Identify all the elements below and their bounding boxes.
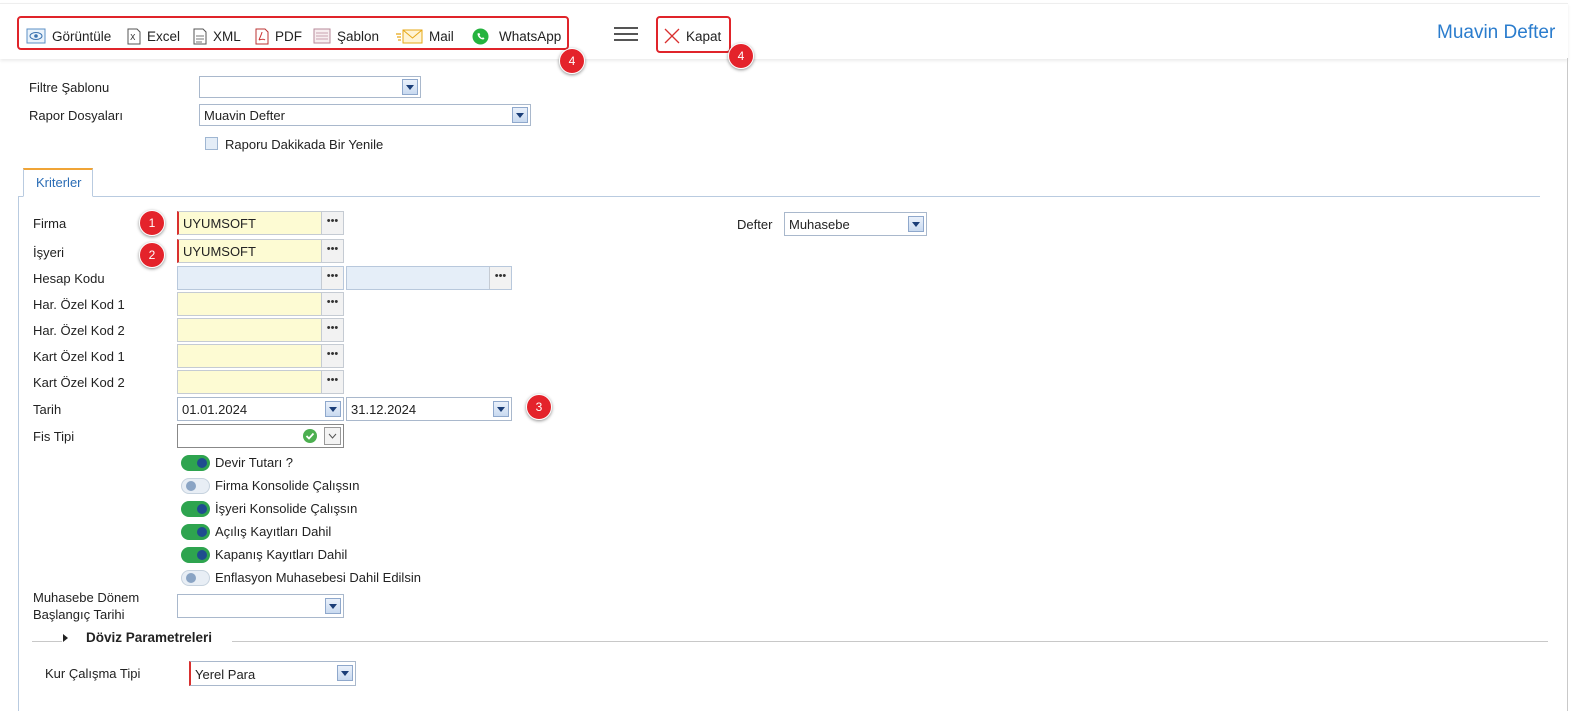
section-divider xyxy=(232,641,1548,642)
isyeri-label: İşyeri xyxy=(33,245,65,260)
chevron-down-icon[interactable] xyxy=(337,665,353,681)
hesap-kodu-label: Hesap Kodu xyxy=(33,271,105,286)
fis-tipi-label: Fis Tipi xyxy=(33,429,75,444)
section-divider xyxy=(32,641,62,642)
defter-select[interactable]: Muhasebe xyxy=(784,212,927,236)
lookup-dots-icon[interactable]: ••• xyxy=(321,293,343,315)
lookup-dots-icon[interactable]: ••• xyxy=(321,212,343,234)
devir-tutari-toggle[interactable] xyxy=(181,455,210,471)
chevron-down-icon[interactable] xyxy=(324,427,341,445)
donem-date-field[interactable] xyxy=(177,594,344,618)
doviz-section-title[interactable]: Döviz Parametreleri xyxy=(86,630,212,645)
acilis-kayitlari-toggle[interactable] xyxy=(181,524,210,540)
tarih-label: Tarih xyxy=(33,402,62,417)
tarih-from-value: 01.01.2024 xyxy=(182,402,248,417)
page-title: Muavin Defter xyxy=(1437,22,1556,43)
close-highlight-box xyxy=(656,16,731,53)
har-ozel-kod1-field[interactable]: ••• xyxy=(177,292,344,316)
firma-label: Firma xyxy=(33,216,67,231)
hesap-kodu-from-field[interactable]: ••• xyxy=(177,266,344,290)
defter-value: Muhasebe xyxy=(789,217,850,232)
menu-icon[interactable] xyxy=(614,26,638,42)
isyeri-field[interactable]: UYUMSOFT ••• xyxy=(177,239,344,263)
firma-value: UYUMSOFT xyxy=(183,216,256,231)
lookup-dots-icon[interactable]: ••• xyxy=(321,371,343,393)
donem-label-line1: Muhasebe Dönem xyxy=(33,590,140,605)
fis-tipi-select[interactable] xyxy=(177,424,344,448)
toggle-label: İşyeri Konsolide Çalışsın xyxy=(215,501,358,516)
lookup-dots-icon[interactable]: ••• xyxy=(489,267,511,289)
tarih-from-field[interactable]: 01.01.2024 xyxy=(177,397,344,421)
isyeri-value: UYUMSOFT xyxy=(183,244,256,259)
refresh-label: Raporu Dakikada Bir Yenile xyxy=(225,137,384,152)
tab-kriterler[interactable]: Kriterler xyxy=(23,168,93,197)
kur-calisma-tipi-select[interactable]: Yerel Para xyxy=(189,661,356,686)
kart-ozel-kod1-field[interactable]: ••• xyxy=(177,344,344,368)
chevron-down-icon[interactable] xyxy=(512,107,528,123)
report-files-label: Rapor Dosyaları xyxy=(29,108,123,123)
tarih-to-value: 31.12.2024 xyxy=(351,402,417,417)
lookup-dots-icon[interactable]: ••• xyxy=(321,240,343,262)
chevron-down-icon[interactable] xyxy=(402,79,418,95)
chevron-down-icon[interactable] xyxy=(325,598,341,614)
lookup-dots-icon[interactable]: ••• xyxy=(321,319,343,341)
defter-label: Defter xyxy=(737,217,773,232)
kart-ozel-kod2-field[interactable]: ••• xyxy=(177,370,344,394)
hesap-kodu-to-field[interactable]: ••• xyxy=(346,266,512,290)
chevron-down-icon[interactable] xyxy=(493,401,509,417)
donem-label-line2: Başlangıç Tarihi xyxy=(33,607,125,622)
kapanis-kayitlari-toggle[interactable] xyxy=(181,547,210,563)
kart-ozel-kod1-label: Kart Özel Kod 1 xyxy=(33,349,125,364)
panel-border xyxy=(18,196,19,711)
toolbar: Görüntüle X Excel XML PDF Şablon Mail Wh… xyxy=(0,3,1568,59)
step-badge: 3 xyxy=(526,394,552,420)
step-badge: 2 xyxy=(139,242,165,268)
refresh-checkbox[interactable] xyxy=(205,137,218,150)
kur-calisma-tipi-label: Kur Çalışma Tipi xyxy=(45,666,141,681)
lookup-dots-icon[interactable]: ••• xyxy=(321,267,343,289)
har-ozel-kod2-label: Har. Özel Kod 2 xyxy=(33,323,125,338)
isyeri-konsolide-toggle[interactable] xyxy=(181,501,210,517)
firma-konsolide-toggle[interactable] xyxy=(181,478,210,494)
chevron-down-icon[interactable] xyxy=(908,216,924,232)
chevron-right-icon[interactable] xyxy=(63,634,68,642)
firma-field[interactable]: UYUMSOFT ••• xyxy=(177,211,344,235)
filter-template-select[interactable] xyxy=(199,76,421,98)
kart-ozel-kod2-label: Kart Özel Kod 2 xyxy=(33,375,125,390)
filter-template-label: Filtre Şablonu xyxy=(29,80,110,95)
tarih-to-field[interactable]: 31.12.2024 xyxy=(346,397,512,421)
enflasyon-toggle[interactable] xyxy=(181,570,210,586)
toggle-label: Devir Tutarı ? xyxy=(215,455,294,470)
tab-strip-line xyxy=(18,196,1540,197)
step-badge: 4 xyxy=(559,48,585,74)
chevron-down-icon[interactable] xyxy=(325,401,341,417)
report-files-select[interactable]: Muavin Defter xyxy=(199,104,531,126)
toggle-label: Açılış Kayıtları Dahil xyxy=(215,524,332,539)
toggle-label: Kapanış Kayıtları Dahil xyxy=(215,547,348,562)
toggle-label: Enflasyon Muhasebesi Dahil Edilsin xyxy=(215,570,421,585)
export-highlight-box xyxy=(17,16,569,50)
tab-kriterler-label: Kriterler xyxy=(36,175,82,190)
har-ozel-kod1-label: Har. Özel Kod 1 xyxy=(33,297,125,312)
kur-value: Yerel Para xyxy=(195,667,256,682)
check-icon[interactable] xyxy=(302,428,318,444)
lookup-dots-icon[interactable]: ••• xyxy=(321,345,343,367)
step-badge: 1 xyxy=(139,210,165,236)
har-ozel-kod2-field[interactable]: ••• xyxy=(177,318,344,342)
report-files-value: Muavin Defter xyxy=(204,108,285,123)
toggle-label: Firma Konsolide Çalışsın xyxy=(215,478,360,493)
scrollbar[interactable] xyxy=(1567,58,1568,711)
step-badge: 4 xyxy=(728,43,754,69)
